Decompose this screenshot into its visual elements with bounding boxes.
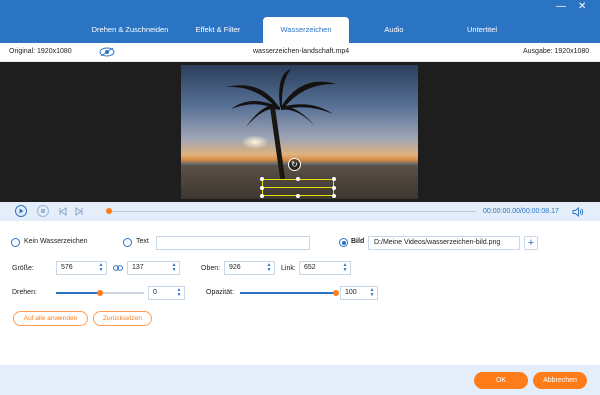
height-value: 137: [132, 264, 144, 271]
resize-handle[interactable]: [332, 177, 336, 181]
no-watermark-label: Kein Wasserzeichen: [24, 238, 88, 245]
stop-icon: [41, 209, 45, 213]
resize-handle[interactable]: [332, 186, 336, 190]
apply-to-all-button[interactable]: Auf alle anwenden: [13, 311, 88, 326]
opacity-slider-fill: [240, 292, 336, 294]
tab-rotate-crop[interactable]: Drehen & Zuschneiden: [87, 17, 173, 43]
stepper-arrows-icon[interactable]: ▲ ▼: [342, 263, 348, 273]
palm-tree-image: [226, 69, 336, 127]
top-stepper[interactable]: 926 ▲ ▼: [224, 261, 275, 275]
rotate-label: Drehen:: [12, 289, 37, 296]
width-value: 576: [61, 264, 73, 271]
tab-watermark[interactable]: Wasserzeichen: [263, 17, 349, 43]
resize-handle[interactable]: [260, 194, 264, 198]
rotate-slider-fill: [56, 292, 100, 294]
opacity-stepper[interactable]: 100 ▲ ▼: [340, 286, 378, 300]
resize-handle[interactable]: [260, 177, 264, 181]
resize-handle[interactable]: [296, 177, 300, 181]
tab-bar: Drehen & Zuschneiden Effekt & Filter Was…: [87, 17, 527, 43]
resize-handle[interactable]: [332, 194, 336, 198]
image-label: Bild: [351, 238, 365, 245]
stop-button[interactable]: [37, 205, 49, 217]
rotate-handle[interactable]: ↻: [288, 158, 301, 171]
header-bar: — ✕ Drehen & Zuschneiden Effekt & Filter…: [0, 0, 600, 43]
stepper-arrows-icon[interactable]: ▲ ▼: [176, 288, 182, 298]
info-bar: Original: 1920x1080 wasserzeichen-landsc…: [0, 43, 600, 62]
original-resolution: Original: 1920x1080: [9, 48, 72, 55]
opacity-value: 100: [345, 289, 357, 296]
tab-subtitle[interactable]: Untertitel: [439, 17, 525, 43]
progress-knob[interactable]: [106, 208, 112, 214]
next-frame-icon[interactable]: [74, 207, 84, 216]
add-image-button[interactable]: +: [524, 236, 538, 250]
cancel-button[interactable]: Abbrechen: [533, 372, 587, 389]
progress-track[interactable]: [109, 211, 476, 212]
eye-slash-icon[interactable]: [99, 47, 115, 57]
stepper-arrows-icon[interactable]: ▲ ▼: [266, 263, 272, 273]
close-button[interactable]: ✕: [578, 2, 586, 12]
text-label: Text: [136, 238, 149, 245]
left-stepper[interactable]: 652 ▲ ▼: [299, 261, 351, 275]
radio-image[interactable]: [339, 238, 348, 247]
time-display: 00:00:00.00/00:00:08.17: [483, 208, 559, 215]
play-icon: [19, 208, 24, 214]
radio-text[interactable]: [123, 238, 132, 247]
top-label: Oben:: [201, 265, 221, 272]
rotate-slider-knob[interactable]: [97, 290, 103, 296]
radio-no-watermark[interactable]: [11, 238, 20, 247]
volume-icon[interactable]: [572, 207, 584, 217]
stepper-arrows-icon[interactable]: ▲ ▼: [369, 288, 375, 298]
resize-handle[interactable]: [260, 186, 264, 190]
rotate-stepper[interactable]: 0 ▲ ▼: [148, 286, 185, 300]
previous-frame-icon[interactable]: [58, 207, 68, 216]
size-label: Größe:: [12, 265, 34, 272]
ok-button[interactable]: OK: [474, 372, 528, 389]
watermark-text-input[interactable]: [156, 236, 310, 250]
stepper-arrows-icon[interactable]: ▲ ▼: [171, 263, 177, 273]
player-bar: 00:00:00.00/00:00:08.17: [0, 202, 600, 221]
minimize-button[interactable]: —: [556, 2, 566, 12]
rotate-value: 0: [153, 289, 157, 296]
width-stepper[interactable]: 576 ▲ ▼: [56, 261, 107, 275]
opacity-label: Opazität:: [206, 289, 235, 296]
opacity-slider-knob[interactable]: [333, 290, 339, 296]
left-label: Link:: [281, 265, 296, 272]
output-resolution: Ausgabe: 1920x1080: [523, 48, 590, 55]
left-value: 652: [304, 264, 316, 271]
resize-handle[interactable]: [296, 194, 300, 198]
top-value: 926: [229, 264, 241, 271]
reset-button[interactable]: Zurücksetzen: [93, 311, 152, 326]
stepper-arrows-icon[interactable]: ▲ ▼: [98, 263, 104, 273]
tab-audio[interactable]: Audio: [351, 17, 437, 43]
height-stepper[interactable]: 137 ▲ ▼: [127, 261, 180, 275]
image-path-field[interactable]: D:/Meine Videos/wasserzeichen-bild.png: [368, 236, 520, 250]
tab-effect-filter[interactable]: Effekt & Filter: [175, 17, 261, 43]
play-button[interactable]: [15, 205, 27, 217]
file-name: wasserzeichen-landschaft.mp4: [253, 48, 350, 55]
link-icon[interactable]: [113, 265, 123, 271]
